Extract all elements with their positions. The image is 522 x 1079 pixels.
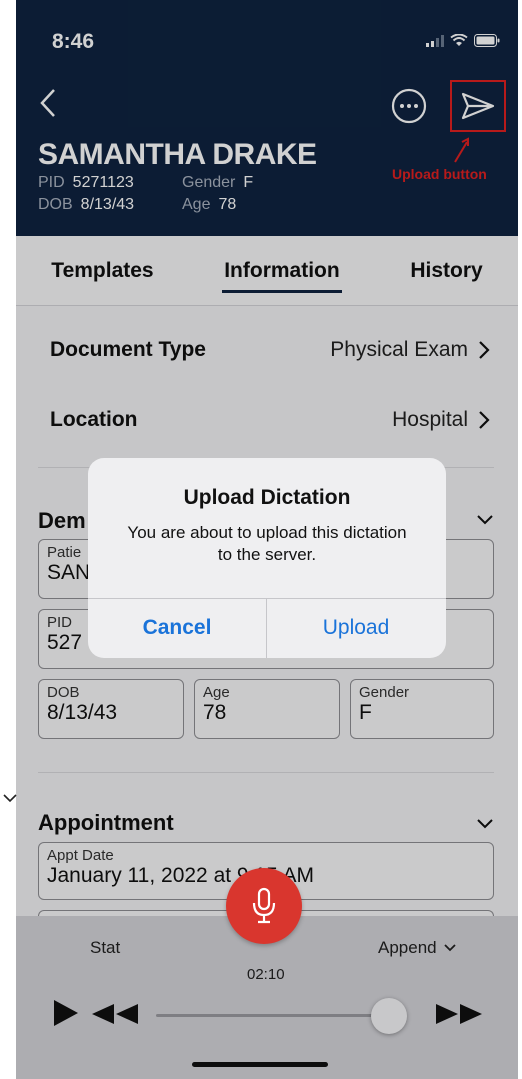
appointment-title: Appointment (38, 810, 174, 835)
pid-value: 5271123 (72, 174, 134, 191)
chevron-right-icon (479, 341, 490, 359)
document-type-row[interactable]: Document Type Physical Exam (50, 338, 490, 362)
dob-row: DOB 8/13/43 (38, 196, 134, 214)
append-label: Append (378, 938, 437, 957)
chevron-down-icon[interactable] (2, 792, 18, 804)
append-dropdown[interactable]: Append (378, 938, 457, 958)
chevron-right-icon (479, 411, 490, 429)
more-icon (391, 88, 427, 124)
play-icon (54, 1000, 78, 1026)
age-field[interactable]: Age 78 (194, 679, 340, 739)
tab-information[interactable]: Information (222, 255, 342, 293)
dialog-message: You are about to upload this dictation t… (127, 523, 407, 564)
age-field-label: Age (203, 684, 230, 701)
back-button[interactable] (38, 88, 58, 123)
signal-icon (426, 34, 444, 47)
gender-field[interactable]: Gender F (350, 679, 494, 739)
app-screen: 8:46 Upload button SAMANTHA DRAKE PID 52… (16, 0, 518, 1079)
chevron-down-icon[interactable] (476, 818, 494, 830)
wifi-icon (450, 34, 468, 46)
pid-row: PID 5271123 (38, 174, 134, 192)
appt-date-label: Appt Date (47, 847, 114, 864)
location-label: Location (50, 408, 138, 431)
age-row: Age 78 (182, 196, 236, 214)
gender-field-label: Gender (359, 684, 410, 701)
confirm-upload-button[interactable]: Upload (267, 598, 445, 658)
status-icons (426, 34, 500, 47)
pid-label: PID (38, 174, 65, 191)
chevron-down-icon (443, 944, 456, 952)
upload-button-annotation: Upload button (392, 166, 487, 182)
document-type-value: Physical Exam (330, 338, 490, 362)
dob-field-label: DOB (47, 684, 80, 701)
upload-dialog: Upload Dictation You are about to upload… (88, 458, 446, 658)
play-button[interactable] (52, 998, 80, 1033)
location-value: Hospital (392, 408, 490, 432)
patient-name: SAMANTHA DRAKE (38, 138, 317, 171)
more-button[interactable] (391, 88, 427, 129)
tab-bar: Templates Information History (16, 236, 518, 306)
send-icon (461, 92, 495, 120)
upload-button[interactable] (450, 80, 506, 132)
record-button[interactable] (226, 868, 302, 944)
age-field-value: 78 (203, 701, 227, 724)
stat-toggle[interactable]: Stat (90, 938, 120, 958)
chevron-left-icon (40, 89, 55, 117)
home-indicator (192, 1062, 328, 1067)
gender-value: F (243, 174, 254, 191)
gender-row: Gender F (182, 174, 253, 192)
dob-field-value: 8/13/43 (47, 701, 118, 724)
status-time: 8:46 (52, 30, 95, 53)
recording-timer: 02:10 (247, 966, 285, 983)
rewind-button[interactable] (90, 1002, 140, 1031)
document-type-text: Physical Exam (330, 338, 468, 361)
location-row[interactable]: Location Hospital (50, 408, 490, 432)
document-type-label: Document Type (50, 338, 206, 361)
patient-header: 8:46 Upload button SAMANTHA DRAKE PID 52… (16, 0, 518, 236)
gender-field-value: F (359, 701, 372, 724)
playback-scrubber[interactable] (156, 1014, 406, 1017)
battery-icon (474, 34, 500, 47)
dob-label: DOB (38, 196, 73, 213)
fast-forward-button[interactable] (434, 1002, 484, 1031)
gender-label: Gender (182, 174, 236, 191)
rewind-icon (92, 1004, 138, 1024)
location-text: Hospital (392, 408, 468, 431)
divider (38, 772, 494, 773)
dialog-title: Upload Dictation (183, 486, 351, 509)
annotation-arrow-icon (454, 137, 469, 163)
scrubber-knob[interactable] (370, 998, 407, 1034)
dob-field[interactable]: DOB 8/13/43 (38, 679, 184, 739)
age-value: 78 (218, 196, 237, 213)
microphone-icon (252, 887, 276, 924)
dob-value: 8/13/43 (80, 196, 135, 213)
fast-forward-icon (436, 1004, 482, 1024)
cancel-button[interactable]: Cancel (88, 598, 266, 658)
chevron-down-icon[interactable] (476, 514, 494, 526)
tab-templates[interactable]: Templates (49, 255, 155, 287)
age-label: Age (182, 196, 211, 213)
tab-history[interactable]: History (408, 255, 484, 287)
demographics-title: Dem (38, 508, 86, 533)
